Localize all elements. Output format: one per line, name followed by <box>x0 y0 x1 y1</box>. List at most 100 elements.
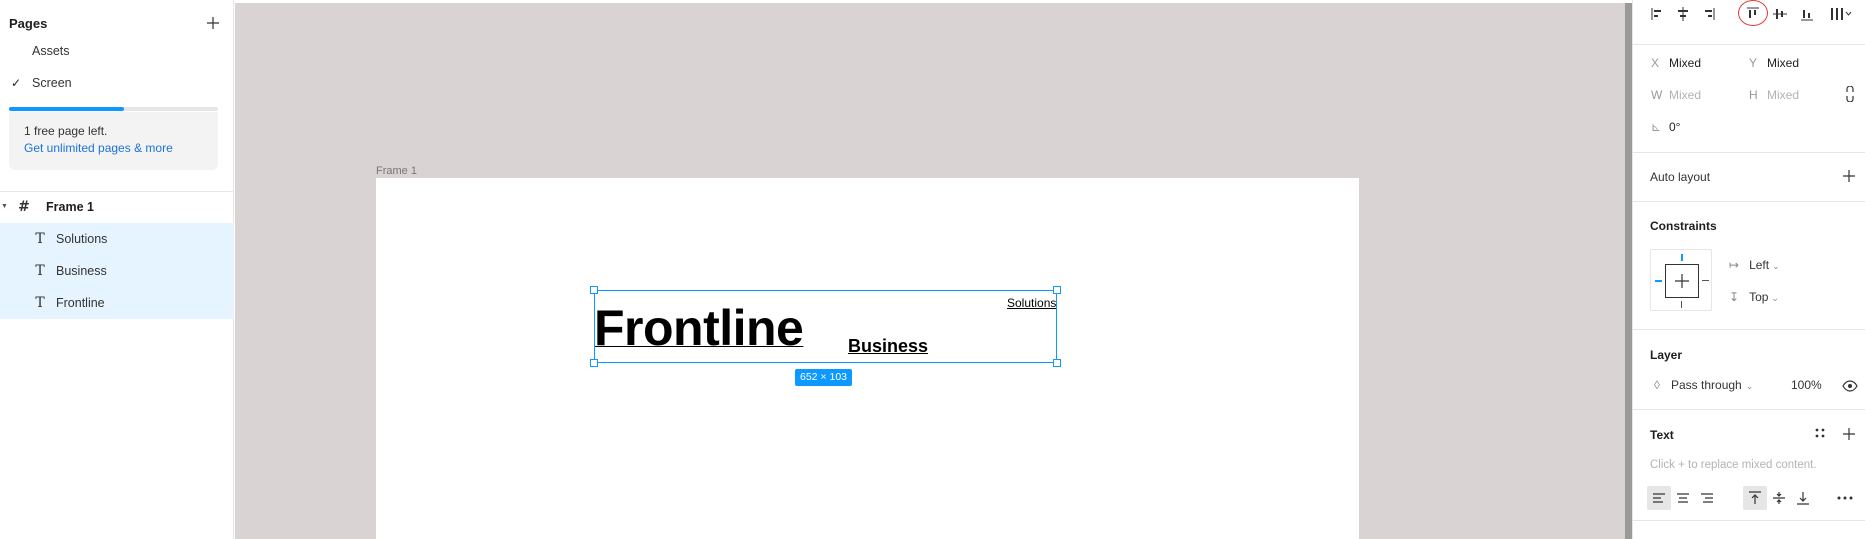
layer-frame-1[interactable]: # Frame 1 <box>0 191 234 223</box>
rotation-icon: ⊾ <box>1651 120 1662 134</box>
resize-handle-top-right[interactable] <box>1053 286 1061 294</box>
layer-frontline[interactable]: T Frontline <box>0 287 234 319</box>
eye-icon <box>1842 380 1858 392</box>
h-value: Mixed <box>1767 88 1800 102</box>
resize-handle-bottom-left[interactable] <box>590 359 598 367</box>
pages-title: Pages <box>9 15 48 31</box>
layer-business[interactable]: T Business <box>0 255 234 287</box>
divider <box>1633 409 1865 410</box>
constraint-left-bar[interactable] <box>1655 280 1662 282</box>
upsell-link[interactable]: Get unlimited pages & more <box>24 141 203 155</box>
rotation-field[interactable]: ⊾ 0° <box>1651 120 1680 134</box>
rotation-value: 0° <box>1669 120 1681 134</box>
text-vertical-align-top-button[interactable] <box>1743 486 1767 510</box>
text-styles-button[interactable] <box>1814 427 1826 442</box>
text-vertical-align-bottom-button[interactable] <box>1791 486 1815 510</box>
constraint-top-bar[interactable] <box>1681 254 1683 261</box>
page-item-label: Assets <box>32 44 70 58</box>
height-field[interactable]: H Mixed <box>1749 88 1799 102</box>
selection-box[interactable] <box>594 290 1057 363</box>
chevron-down-icon: ⌄ <box>1745 381 1754 391</box>
text-vertical-align-middle-button[interactable] <box>1767 486 1791 510</box>
vertical-constraint-icon: ↧ <box>1729 290 1740 304</box>
auto-layout-title: Auto layout <box>1650 170 1711 184</box>
frame-icon: # <box>18 199 30 215</box>
constrain-proportions-button[interactable] <box>1845 85 1855 105</box>
vertical-constraint-select[interactable]: ↧ Top ⌄ <box>1729 290 1779 304</box>
upsell-card: 1 free page left. Get unlimited pages & … <box>9 112 218 170</box>
grid-dots-icon <box>1815 428 1825 438</box>
divider <box>1633 329 1865 330</box>
more-text-options-button[interactable] <box>1833 486 1857 510</box>
canvas-scrollbar[interactable] <box>1625 3 1632 539</box>
text-icon: T <box>35 231 45 247</box>
text-align-left-icon <box>1653 493 1665 503</box>
align-left-button[interactable] <box>1646 2 1670 26</box>
add-text-style-button[interactable] <box>1843 425 1855 443</box>
alignment-toolbar <box>1633 0 1865 28</box>
selection-size-badge: 652 × 103 <box>795 369 853 386</box>
y-field[interactable]: Y Mixed <box>1749 56 1799 70</box>
left-sidebar: Pages Assets ✓ Screen 1 free page left. … <box>0 0 234 539</box>
page-item-assets[interactable]: Assets <box>0 37 234 65</box>
layer-label: Frontline <box>56 296 105 310</box>
layer-blend-row: ◊ Pass through ⌄ 100% <box>1650 378 1860 396</box>
vertical-align-bottom-icon <box>1797 492 1809 505</box>
visibility-toggle[interactable] <box>1842 380 1858 395</box>
constraint-bottom-bar[interactable] <box>1681 301 1682 308</box>
text-align-center-icon <box>1677 493 1689 503</box>
width-field[interactable]: W Mixed <box>1651 88 1701 102</box>
more-icon <box>1837 496 1853 500</box>
y-value: Mixed <box>1767 56 1800 70</box>
blend-mode-value: Pass through <box>1671 378 1742 392</box>
page-limit-progress-fill <box>9 107 124 111</box>
blend-mode-select[interactable]: Pass through ⌄ <box>1671 378 1753 392</box>
add-auto-layout-button[interactable] <box>1843 167 1855 185</box>
plus-icon <box>1843 170 1855 182</box>
vertical-align-top-icon <box>1749 491 1761 504</box>
frame-label[interactable]: Frame 1 <box>376 165 417 177</box>
distribute-button[interactable] <box>1825 2 1857 26</box>
y-label: Y <box>1749 56 1758 70</box>
plus-icon <box>207 17 219 29</box>
vertical-constraint-value: Top <box>1749 290 1769 304</box>
design-canvas[interactable]: Frame 1 Frontline Business Solutions 652… <box>235 3 1625 539</box>
constraint-right-bar[interactable] <box>1702 280 1709 281</box>
link-icon <box>1846 85 1854 103</box>
constraint-center[interactable] <box>1665 264 1699 298</box>
resize-handle-top-left[interactable] <box>590 286 598 294</box>
constraints-title: Constraints <box>1650 219 1717 233</box>
layer-solutions[interactable]: T Solutions <box>0 223 234 255</box>
align-vertical-center-icon <box>1773 9 1787 19</box>
align-horizontal-center-button[interactable] <box>1671 2 1695 26</box>
x-label: X <box>1651 56 1660 70</box>
text-align-center-button[interactable] <box>1671 486 1695 510</box>
opacity-field[interactable]: 100% <box>1791 378 1822 392</box>
x-field[interactable]: X Mixed <box>1651 56 1701 70</box>
horizontal-constraint-select[interactable]: ↦ Left ⌄ <box>1729 258 1780 272</box>
highlight-annotation-ring <box>1738 0 1768 26</box>
align-vertical-center-button[interactable] <box>1768 2 1792 26</box>
align-bottom-icon <box>1801 10 1813 21</box>
divider <box>1633 201 1865 202</box>
align-horizontal-center-icon <box>1678 7 1688 21</box>
text-icon: T <box>35 263 45 279</box>
layer-label: Business <box>56 264 107 278</box>
text-title: Text <box>1650 428 1674 442</box>
text-align-right-button[interactable] <box>1695 486 1719 510</box>
text-align-right-icon <box>1701 493 1713 503</box>
text-hint: Click + to replace mixed content. <box>1650 459 1817 471</box>
horizontal-constraint-icon: ↦ <box>1729 258 1740 272</box>
divider <box>1633 520 1865 521</box>
divider <box>1633 44 1865 45</box>
page-item-screen[interactable]: ✓ Screen <box>0 69 234 97</box>
text-align-left-button[interactable] <box>1647 486 1671 510</box>
divider <box>1633 152 1865 153</box>
resize-handle-bottom-right[interactable] <box>1053 359 1061 367</box>
align-bottom-button[interactable] <box>1795 2 1819 26</box>
align-right-button[interactable] <box>1696 2 1720 26</box>
add-page-button[interactable] <box>203 13 223 33</box>
align-right-icon <box>1705 8 1715 20</box>
plus-icon <box>1843 428 1855 440</box>
constraints-widget[interactable] <box>1650 249 1712 311</box>
